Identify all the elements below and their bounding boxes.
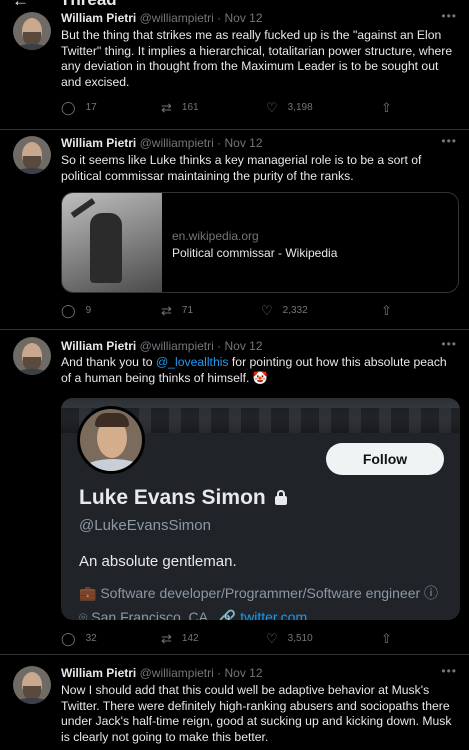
profile-bio: An absolute gentleman. [79,553,237,570]
like-count: 3,198 [287,102,313,113]
avatar[interactable] [13,136,51,174]
author-name[interactable]: William Pietri [61,11,136,25]
profile-name-text: Luke Evans Simon [79,486,266,509]
more-options-icon[interactable]: ••• [441,9,457,23]
retweet-button[interactable]: ⇄ 142 [161,631,199,647]
retweet-icon: ⇄ [161,303,172,318]
profile-handle: @LukeEvansSimon [79,517,211,534]
share-button[interactable]: ⇧ [381,100,402,116]
reply-icon: ◯ [61,631,76,646]
reply-button[interactable]: ◯ 9 [61,303,91,319]
tweet-text: But the thing that strikes me as really … [61,28,453,89]
heart-icon: ♡ [266,100,278,115]
retweet-count: 142 [181,633,199,644]
author-name[interactable]: William Pietri [61,666,136,680]
link-card[interactable]: en.wikipedia.org Political commissar - W… [61,192,459,293]
tweet-header: William Pietri @williampietri · Nov 12 [61,339,263,354]
author-name[interactable]: William Pietri [61,136,136,150]
avatar[interactable] [13,666,51,704]
retweet-button[interactable]: ⇄ 161 [161,100,199,116]
like-button[interactable]: ♡ 2,332 [261,303,308,319]
avatar[interactable] [13,12,51,50]
heart-icon: ♡ [261,303,273,318]
tweet-text-part: And thank you to [61,355,156,369]
author-handle[interactable]: @williampietri [140,136,214,150]
author-handle[interactable]: @williampietri [140,11,214,25]
lock-icon [274,490,288,506]
tweet-header: William Pietri @williampietri · Nov 12 [61,11,263,26]
author-name[interactable]: William Pietri [61,339,136,353]
profile-screenshot[interactable]: Follow Luke Evans Simon @LukeEvansSimon … [61,398,460,620]
tweet[interactable]: William Pietri @williampietri · Nov 12 •… [0,0,469,130]
reply-button[interactable]: ◯ 17 [61,100,97,116]
author-handle[interactable]: @williampietri [140,666,214,680]
tweet-date[interactable]: Nov 12 [224,666,262,680]
avatar[interactable] [13,337,51,375]
like-count: 3,510 [287,633,313,644]
tweet[interactable]: William Pietri @williampietri · Nov 12 •… [0,130,469,330]
tweet-actions: ◯ 17 ⇄ 161 ♡ 3,198 ⇧ [61,100,451,116]
tweet-date[interactable]: Nov 12 [224,339,262,353]
reply-icon: ◯ [61,100,76,115]
author-handle[interactable]: @williampietri [140,339,214,353]
heart-icon: ♡ [266,631,278,646]
tweet-header: William Pietri @williampietri · Nov 12 [61,666,263,681]
more-options-icon[interactable]: ••• [441,664,457,678]
card-title: Political commissar - Wikipedia [172,246,338,260]
reply-button[interactable]: ◯ 32 [61,631,97,647]
profile-avatar [77,406,145,474]
share-icon: ⇧ [381,631,392,646]
reply-count: 9 [85,305,92,316]
profile-job: 💼 Software developer/Programmer/Software… [79,585,439,601]
card-image [62,193,162,292]
mention-link[interactable]: @_loveallthis [156,355,229,369]
tweet[interactable]: William Pietri @williampietri · Nov 12 •… [0,330,469,655]
tweet-actions: ◯ 32 ⇄ 142 ♡ 3,510 ⇧ [61,631,451,647]
like-count: 2,332 [282,305,308,316]
share-icon: ⇧ [381,303,392,318]
retweet-button[interactable]: ⇄ 71 [161,303,193,319]
more-options-icon[interactable]: ••• [441,134,457,148]
share-icon: ⇧ [381,100,392,115]
reply-count: 32 [85,633,97,644]
retweet-count: 71 [181,305,194,316]
follow-button[interactable]: Follow [326,443,444,475]
separator-dot: · [217,339,222,353]
tweet-date[interactable]: Nov 12 [224,11,262,25]
profile-meta: ⌾ San Francisco, CA 🔗 twitter.com [79,609,307,620]
tweet-actions: ◯ 9 ⇄ 71 ♡ 2,332 ⇧ [61,303,451,319]
tweet-header: William Pietri @williampietri · Nov 12 [61,136,263,151]
share-button[interactable]: ⇧ [381,631,402,647]
tweet-text: So it seems like Luke thinks a key manag… [61,153,422,183]
retweet-icon: ⇄ [161,100,172,115]
tweet-date[interactable]: Nov 12 [224,136,262,150]
separator-dot: · [217,136,222,150]
profile-url: 🔗 twitter.com [218,609,308,620]
like-button[interactable]: ♡ 3,510 [266,631,313,647]
separator-dot: · [217,666,222,680]
card-domain: en.wikipedia.org [172,229,259,243]
profile-location: ⌾ San Francisco, CA [79,609,208,620]
share-button[interactable]: ⇧ [381,303,402,319]
reply-icon: ◯ [61,303,76,318]
like-button[interactable]: ♡ 3,198 [266,100,313,116]
retweet-count: 161 [181,102,199,113]
tweet[interactable]: William Pietri @williampietri · Nov 12 •… [0,655,469,750]
reply-count: 17 [85,102,97,113]
more-options-icon[interactable]: ••• [441,337,457,351]
retweet-icon: ⇄ [161,631,172,646]
separator-dot: · [217,11,222,25]
tweet-text: And thank you to @_loveallthis for point… [61,355,457,386]
tweet-text: Now I should add that this could well be… [61,683,452,744]
profile-name: Luke Evans Simon [79,486,288,510]
